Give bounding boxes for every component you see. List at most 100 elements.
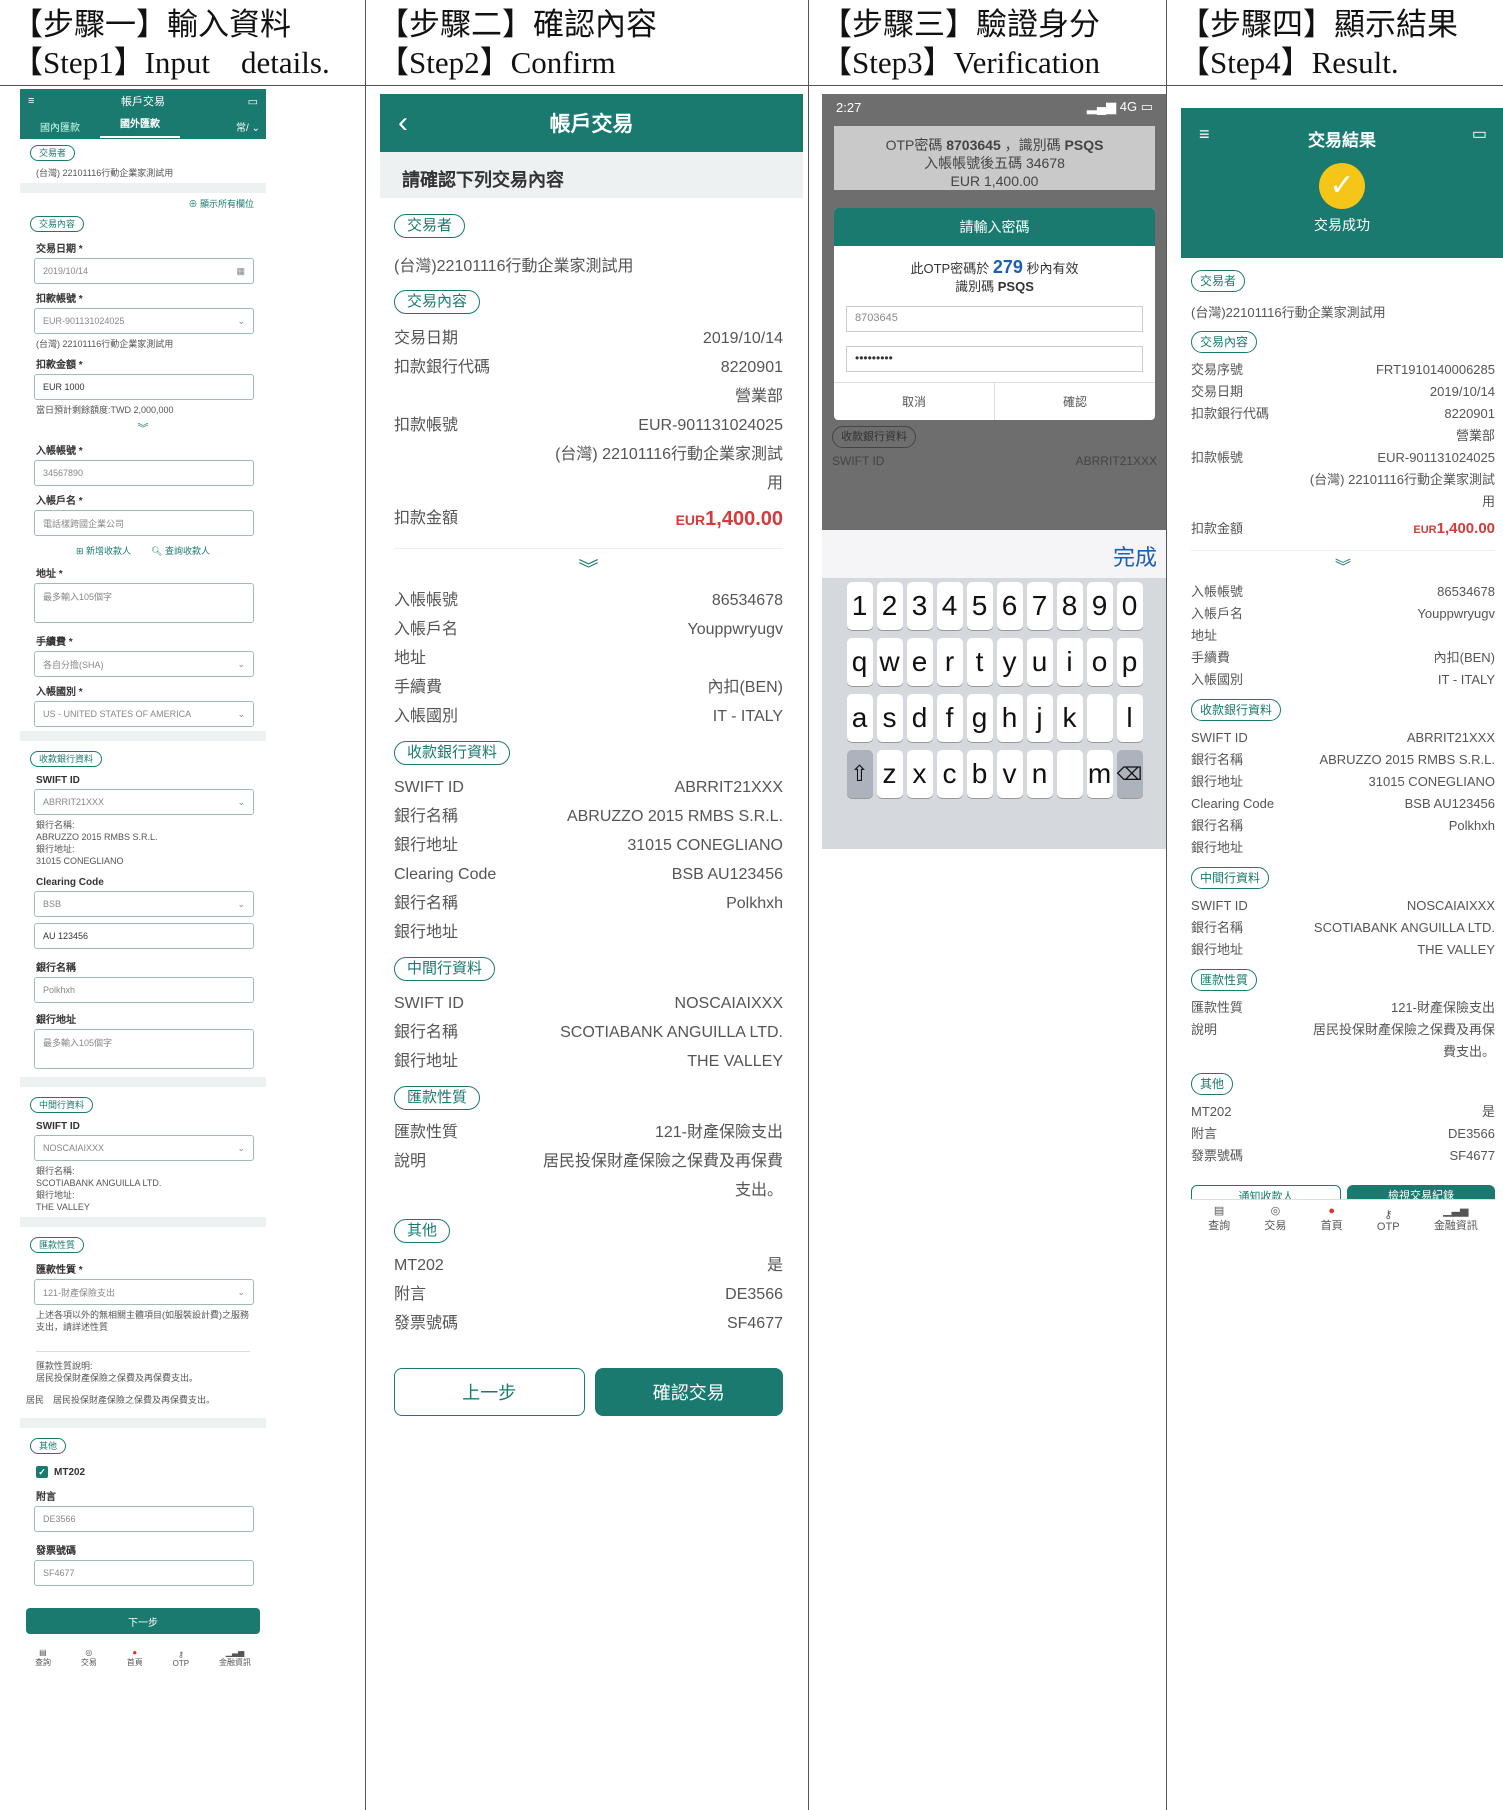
cancel-button[interactable]: 取消 — [834, 383, 995, 420]
mid-swift-select[interactable]: NOSCAIAIXXX ⌄ — [34, 1135, 254, 1161]
fee-select[interactable]: 各自分擔(SHA) ⌄ — [34, 651, 254, 677]
nav-query[interactable]: ▤ 查詢 — [35, 1648, 51, 1668]
collapse-icon[interactable]: ︾ — [394, 548, 783, 582]
amount-field[interactable]: EUR 1000 — [34, 374, 254, 400]
keyboard-key[interactable]: v — [996, 750, 1023, 798]
bank-name-field[interactable]: Polkhxh — [34, 977, 254, 1003]
chat-icon[interactable]: ▭ — [1472, 124, 1487, 144]
keyboard-key[interactable]: x — [906, 750, 933, 798]
shift-key[interactable]: ⇧ — [846, 750, 873, 798]
nature-select[interactable]: 121-財產保險支出 ⌄ — [34, 1279, 254, 1305]
keyboard-key[interactable]: u — [1026, 638, 1053, 686]
keyboard-key[interactable]: c — [936, 750, 963, 798]
nav-finance[interactable]: ▁▃▅ 金融資訊 — [219, 1648, 251, 1668]
invoice-field[interactable]: SF4677 — [34, 1560, 254, 1586]
collapse-icon[interactable]: ︾ — [1191, 550, 1495, 577]
date-field[interactable]: 2019/10/14 ▦ — [34, 258, 254, 284]
keyboard-key[interactable]: p — [1116, 638, 1143, 686]
keyboard-key[interactable]: a — [846, 694, 873, 742]
clearing-code-field[interactable]: AU 123456 — [34, 923, 254, 949]
keyboard-key[interactable]: 5 — [966, 582, 993, 630]
nav-otp[interactable]: ⚷ OTP — [1377, 1208, 1400, 1233]
keyboard-key[interactable]: s — [876, 694, 903, 742]
nature-desc-field[interactable]: 居民 居民投保財產保險之保費及再保費支出。 — [26, 1394, 250, 1406]
clearing-type-select[interactable]: BSB ⌄ — [34, 891, 254, 917]
keyboard-key[interactable]: m — [1086, 750, 1113, 798]
nav-trade[interactable]: ◎ 交易 — [81, 1648, 97, 1668]
query-payee-button[interactable]: 🔍︎ 查詢收款人 — [151, 544, 210, 557]
keyboard-key[interactable]: f — [936, 694, 963, 742]
add-payee-button[interactable]: ⊞ 新增收款人 — [76, 544, 131, 557]
nav-home[interactable]: ● 首頁 — [1321, 1205, 1343, 1233]
keyboard-key[interactable]: l — [1116, 694, 1143, 742]
otp-input[interactable]: 8703645 — [846, 306, 1143, 332]
back-button[interactable]: 上一步 — [394, 1368, 585, 1416]
keyboard-key[interactable]: q — [846, 638, 873, 686]
keyboard-key[interactable]: 6 — [996, 582, 1023, 630]
keyboard-key[interactable]: 3 — [906, 582, 933, 630]
nav-otp[interactable]: ⚷ OTP — [173, 1650, 189, 1668]
keyboard-key[interactable]: j — [1026, 694, 1053, 742]
keyboard-key[interactable]: 1 — [846, 582, 873, 630]
status-bar: 2:27 ▂▄▆ 4G ▭ — [822, 94, 1166, 120]
keyboard-key[interactable]: i — [1056, 638, 1083, 686]
backspace-key[interactable]: ⌫ — [1116, 750, 1143, 798]
view-records-button[interactable]: 檢視交易紀錄 — [1347, 1185, 1495, 1199]
account-select[interactable]: EUR-901131024025 ⌄ — [34, 308, 254, 334]
keyboard-key[interactable]: r — [936, 638, 963, 686]
keyboard-key[interactable]: d — [906, 694, 933, 742]
menu-icon[interactable]: ≡ — [1199, 124, 1210, 145]
keyboard-key[interactable]: g — [966, 694, 993, 742]
keyboard-key[interactable]: 8 — [1056, 582, 1083, 630]
country-label: 入帳國別 * — [36, 687, 83, 698]
memo-field[interactable]: DE3566 — [34, 1506, 254, 1532]
keyboard-row-digits: 1234567890 — [822, 578, 1166, 634]
keyboard-key[interactable]: w — [876, 638, 903, 686]
keyboard-key[interactable] — [1056, 750, 1083, 798]
keyboard-key[interactable]: 4 — [936, 582, 963, 630]
keyboard-key[interactable]: o — [1086, 638, 1113, 686]
keyboard-key[interactable]: 2 — [876, 582, 903, 630]
keyboard-key[interactable]: 0 — [1116, 582, 1143, 630]
chevron-down-icon: ⌄ — [237, 1286, 245, 1297]
nav-trade[interactable]: ◎ 交易 — [1264, 1204, 1286, 1233]
keyboard-key[interactable]: y — [996, 638, 1023, 686]
address-field[interactable]: 最多輸入105個字 — [34, 583, 254, 623]
ok-button[interactable]: 確認 — [995, 383, 1155, 420]
password-input[interactable]: ••••••••• — [846, 346, 1143, 372]
tab-common[interactable]: 常/ — [236, 123, 249, 134]
detail-label: 入帳國別 — [394, 708, 459, 725]
payee-account-field[interactable]: 34567890 — [34, 460, 254, 486]
swift-select[interactable]: ABRRIT21XXX ⌄ — [34, 789, 254, 815]
country-select[interactable]: US - UNITED STATES OF AMERICA ⌄ — [34, 701, 254, 727]
tab-domestic[interactable]: 國內匯款 — [20, 119, 100, 134]
step3-phone: 2:27 ▂▄▆ 4G ▭ OTP密碼 8703645 ，識別碼 PSQS 入帳… — [822, 94, 1166, 849]
keyboard-key[interactable]: b — [966, 750, 993, 798]
nav-home[interactable]: ● 首頁 — [127, 1648, 143, 1668]
back-arrow-icon[interactable]: ‹ — [398, 106, 408, 140]
expand-icon[interactable]: ︾ — [20, 420, 266, 436]
next-button[interactable]: 下一步 — [26, 1608, 260, 1634]
keyboard-key[interactable]: k — [1056, 694, 1083, 742]
keyboard-key[interactable]: n — [1026, 750, 1053, 798]
keyboard-key[interactable]: h — [996, 694, 1023, 742]
keyboard-key[interactable]: t — [966, 638, 993, 686]
show-all-fields-link[interactable]: ⊕ 顯示所有欄位 — [20, 197, 254, 210]
menu-icon[interactable]: ≡ — [28, 95, 34, 107]
keyboard-key[interactable] — [1086, 694, 1113, 742]
payee-name-field[interactable]: 電話樣跨國企業公司 — [34, 510, 254, 536]
nav-finance[interactable]: ▁▃▅ 金融資訊 — [1434, 1204, 1478, 1233]
keyboard-key[interactable]: 9 — [1086, 582, 1113, 630]
keyboard-key[interactable]: e — [906, 638, 933, 686]
tab-foreign[interactable]: 國外匯款 — [100, 114, 180, 138]
keyboard-key[interactable]: 7 — [1026, 582, 1053, 630]
bank-address-field[interactable]: 最多輸入105個字 — [34, 1029, 254, 1069]
confirm-button[interactable]: 確認交易 — [594, 1368, 783, 1416]
mt202-checkbox[interactable]: ✓ MT202 — [36, 1466, 250, 1478]
chat-icon[interactable]: ▭ — [248, 95, 258, 108]
nav-query[interactable]: ▤ 查詢 — [1208, 1204, 1230, 1233]
done-button[interactable]: 完成 — [822, 530, 1166, 578]
keyboard-key[interactable]: z — [876, 750, 903, 798]
content-rows: 交易序號 FRT1910140006285 交易日期 2019/10/14 扣款銀行代碼… — [1191, 359, 1495, 513]
notify-payee-button[interactable]: 通知收款人 — [1191, 1185, 1341, 1199]
